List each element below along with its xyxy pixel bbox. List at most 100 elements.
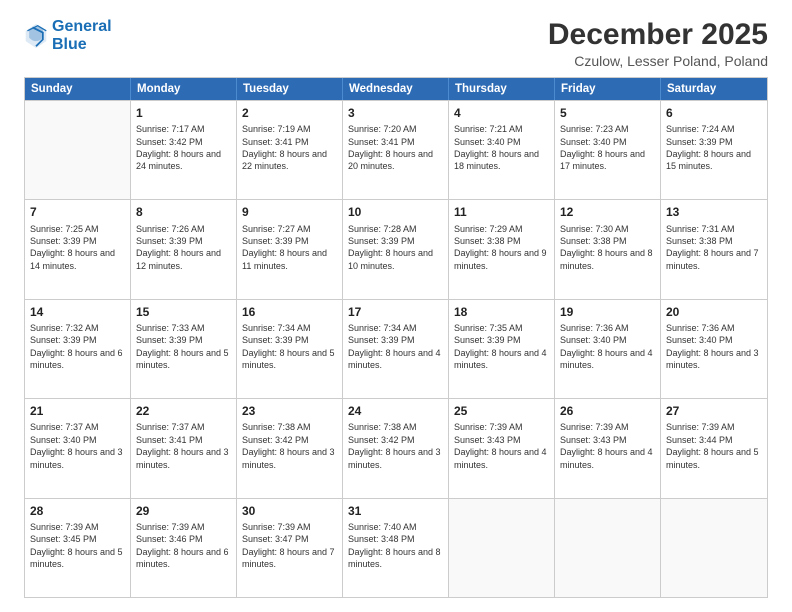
cell-info: Sunrise: 7:34 AM Sunset: 3:39 PM Dayligh… [348, 322, 443, 372]
day-number: 5 [560, 105, 655, 121]
subtitle: Czulow, Lesser Poland, Poland [548, 53, 768, 69]
cal-cell: 11 Sunrise: 7:29 AM Sunset: 3:38 PM Dayli… [449, 200, 555, 298]
day-number: 11 [454, 204, 549, 220]
cell-info: Sunrise: 7:37 AM Sunset: 3:41 PM Dayligh… [136, 421, 231, 471]
cal-cell: 16 Sunrise: 7:34 AM Sunset: 3:39 PM Dayli… [237, 300, 343, 398]
cell-info: Sunrise: 7:35 AM Sunset: 3:39 PM Dayligh… [454, 322, 549, 372]
cell-info: Sunrise: 7:33 AM Sunset: 3:39 PM Dayligh… [136, 322, 231, 372]
cal-cell: 3Sunrise: 7:20 AM Sunset: 3:41 PM Daylig… [343, 101, 449, 199]
cal-cell: 10Sunrise: 7:28 AM Sunset: 3:39 PM Dayli… [343, 200, 449, 298]
day-number: 18 [454, 304, 549, 320]
day-number: 19 [560, 304, 655, 320]
day-number: 17 [348, 304, 443, 320]
cal-cell: 9Sunrise: 7:27 AM Sunset: 3:39 PM Daylig… [237, 200, 343, 298]
cell-info: Sunrise: 7:39 AM Sunset: 3:45 PM Dayligh… [30, 521, 125, 571]
cell-info: Sunrise: 7:31 AM Sunset: 3:38 PM Dayligh… [666, 223, 762, 273]
calendar: SundayMondayTuesdayWednesdayThursdayFrid… [24, 77, 768, 598]
cal-cell [555, 499, 661, 597]
week-row-2: 14 Sunrise: 7:32 AM Sunset: 3:39 PM Dayli… [25, 299, 767, 398]
cal-cell [661, 499, 767, 597]
header-cell-wednesday: Wednesday [343, 78, 449, 100]
day-number: 1 [136, 105, 231, 121]
cell-info: Sunrise: 7:26 AM Sunset: 3:39 PM Dayligh… [136, 223, 231, 273]
cell-info: Sunrise: 7:40 AM Sunset: 3:48 PM Dayligh… [348, 521, 443, 571]
cell-info: Sunrise: 7:38 AM Sunset: 3:42 PM Dayligh… [242, 421, 337, 471]
day-number: 12 [560, 204, 655, 220]
cell-info: Sunrise: 7:39 AM Sunset: 3:43 PM Dayligh… [454, 421, 549, 471]
cell-info: Sunrise: 7:27 AM Sunset: 3:39 PM Dayligh… [242, 223, 337, 273]
cal-cell: 14 Sunrise: 7:32 AM Sunset: 3:39 PM Dayli… [25, 300, 131, 398]
cal-cell: 20Sunrise: 7:36 AM Sunset: 3:40 PM Dayli… [661, 300, 767, 398]
day-number: 30 [242, 503, 337, 519]
header-cell-thursday: Thursday [449, 78, 555, 100]
day-number: 29 [136, 503, 231, 519]
day-number: 2 [242, 105, 337, 121]
page: General Blue December 2025 Czulow, Lesse… [0, 0, 792, 612]
day-number: 23 [242, 403, 337, 419]
cal-cell: 31 Sunrise: 7:40 AM Sunset: 3:48 PM Dayli… [343, 499, 449, 597]
cal-cell [449, 499, 555, 597]
cell-info: Sunrise: 7:19 AM Sunset: 3:41 PM Dayligh… [242, 123, 337, 173]
cal-cell: 24 Sunrise: 7:38 AM Sunset: 3:42 PM Dayli… [343, 399, 449, 497]
week-row-1: 7 Sunrise: 7:25 AM Sunset: 3:39 PM Daylig… [25, 199, 767, 298]
cell-info: Sunrise: 7:32 AM Sunset: 3:39 PM Dayligh… [30, 322, 125, 372]
cal-cell: 23 Sunrise: 7:38 AM Sunset: 3:42 PM Dayli… [237, 399, 343, 497]
cell-info: Sunrise: 7:17 AM Sunset: 3:42 PM Dayligh… [136, 123, 231, 173]
header-cell-sunday: Sunday [25, 78, 131, 100]
cal-cell: 1 Sunrise: 7:17 AM Sunset: 3:42 PM Daylig… [131, 101, 237, 199]
cell-info: Sunrise: 7:39 AM Sunset: 3:46 PM Dayligh… [136, 521, 231, 571]
day-number: 24 [348, 403, 443, 419]
cal-cell: 19 Sunrise: 7:36 AM Sunset: 3:40 PM Dayli… [555, 300, 661, 398]
header-cell-friday: Friday [555, 78, 661, 100]
cal-cell: 15 Sunrise: 7:33 AM Sunset: 3:39 PM Dayli… [131, 300, 237, 398]
header: General Blue December 2025 Czulow, Lesse… [24, 18, 768, 69]
cell-info: Sunrise: 7:34 AM Sunset: 3:39 PM Dayligh… [242, 322, 337, 372]
main-title: December 2025 [548, 18, 768, 51]
day-number: 7 [30, 204, 125, 220]
day-number: 21 [30, 403, 125, 419]
cal-cell: 30 Sunrise: 7:39 AM Sunset: 3:47 PM Dayli… [237, 499, 343, 597]
day-number: 15 [136, 304, 231, 320]
cell-info: Sunrise: 7:37 AM Sunset: 3:40 PM Dayligh… [30, 421, 125, 471]
cal-cell: 6Sunrise: 7:24 AM Sunset: 3:39 PM Daylig… [661, 101, 767, 199]
day-number: 25 [454, 403, 549, 419]
cal-cell: 25 Sunrise: 7:39 AM Sunset: 3:43 PM Dayli… [449, 399, 555, 497]
calendar-header: SundayMondayTuesdayWednesdayThursdayFrid… [25, 78, 767, 100]
cal-cell: 2 Sunrise: 7:19 AM Sunset: 3:41 PM Daylig… [237, 101, 343, 199]
cell-info: Sunrise: 7:39 AM Sunset: 3:47 PM Dayligh… [242, 521, 337, 571]
day-number: 4 [454, 105, 549, 121]
week-row-0: 1 Sunrise: 7:17 AM Sunset: 3:42 PM Daylig… [25, 100, 767, 199]
header-cell-tuesday: Tuesday [237, 78, 343, 100]
logo-text: General Blue [52, 18, 112, 53]
calendar-body: 1 Sunrise: 7:17 AM Sunset: 3:42 PM Daylig… [25, 100, 767, 597]
cell-info: Sunrise: 7:38 AM Sunset: 3:42 PM Dayligh… [348, 421, 443, 471]
cal-cell: 27Sunrise: 7:39 AM Sunset: 3:44 PM Dayli… [661, 399, 767, 497]
cal-cell: 18 Sunrise: 7:35 AM Sunset: 3:39 PM Dayli… [449, 300, 555, 398]
header-cell-saturday: Saturday [661, 78, 767, 100]
cell-info: Sunrise: 7:28 AM Sunset: 3:39 PM Dayligh… [348, 223, 443, 273]
cell-info: Sunrise: 7:39 AM Sunset: 3:43 PM Dayligh… [560, 421, 655, 471]
cell-info: Sunrise: 7:20 AM Sunset: 3:41 PM Dayligh… [348, 123, 443, 173]
cell-info: Sunrise: 7:30 AM Sunset: 3:38 PM Dayligh… [560, 223, 655, 273]
day-number: 22 [136, 403, 231, 419]
day-number: 16 [242, 304, 337, 320]
cal-cell: 12 Sunrise: 7:30 AM Sunset: 3:38 PM Dayli… [555, 200, 661, 298]
header-cell-monday: Monday [131, 78, 237, 100]
day-number: 14 [30, 304, 125, 320]
day-number: 28 [30, 503, 125, 519]
day-number: 31 [348, 503, 443, 519]
day-number: 8 [136, 204, 231, 220]
logo: General Blue [24, 18, 112, 53]
cal-cell: 26Sunrise: 7:39 AM Sunset: 3:43 PM Dayli… [555, 399, 661, 497]
cell-info: Sunrise: 7:25 AM Sunset: 3:39 PM Dayligh… [30, 223, 125, 273]
cell-info: Sunrise: 7:36 AM Sunset: 3:40 PM Dayligh… [560, 322, 655, 372]
cell-info: Sunrise: 7:29 AM Sunset: 3:38 PM Dayligh… [454, 223, 549, 273]
day-number: 6 [666, 105, 762, 121]
title-block: December 2025 Czulow, Lesser Poland, Pol… [548, 18, 768, 69]
week-row-3: 21 Sunrise: 7:37 AM Sunset: 3:40 PM Dayli… [25, 398, 767, 497]
cal-cell: 28 Sunrise: 7:39 AM Sunset: 3:45 PM Dayli… [25, 499, 131, 597]
cal-cell: 13Sunrise: 7:31 AM Sunset: 3:38 PM Dayli… [661, 200, 767, 298]
logo-icon [24, 22, 48, 50]
cal-cell: 17 Sunrise: 7:34 AM Sunset: 3:39 PM Dayli… [343, 300, 449, 398]
cal-cell [25, 101, 131, 199]
